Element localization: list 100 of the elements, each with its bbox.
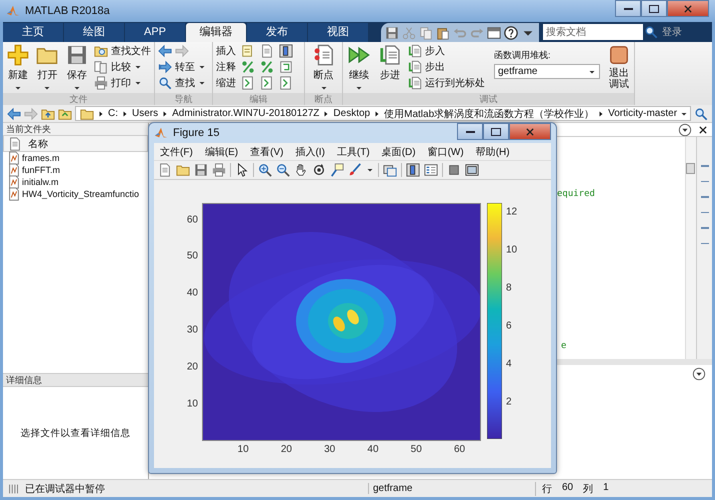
percent-icon[interactable] bbox=[241, 60, 255, 74]
zoom-out-icon[interactable] bbox=[276, 163, 290, 177]
wrap-icon[interactable] bbox=[279, 60, 293, 74]
menu-item[interactable]: 工具(T) bbox=[336, 144, 370, 158]
ribbon-tab[interactable]: 绘图 bbox=[64, 23, 124, 42]
browse-folder-icon[interactable] bbox=[58, 106, 72, 120]
file-item[interactable]: funFFT.m bbox=[22, 165, 60, 175]
address-bar[interactable]: C: Users Administrator.WIN7U-20180127Z Desktop 使用Matlab求解涡度和流函数方程（学校作业） Vorticity-master bbox=[75, 106, 691, 121]
path-segment[interactable]: Users bbox=[132, 108, 158, 119]
toolstrip-button[interactable]: 继续 bbox=[346, 43, 372, 93]
toolstrip-button[interactable]: 注释 bbox=[216, 60, 236, 74]
path-segment[interactable]: 使用Matlab求解涡度和流函数方程（学校作业） bbox=[384, 106, 594, 120]
toolstrip-button[interactable]: 打开 bbox=[35, 43, 60, 93]
menu-item[interactable]: 窗口(W) bbox=[428, 144, 464, 158]
toolstrip-button[interactable]: 缩进 bbox=[216, 76, 236, 90]
toolstrip-button[interactable]: 步进 bbox=[377, 43, 403, 93]
close-icon[interactable] bbox=[683, 4, 693, 14]
brush-icon[interactable] bbox=[348, 163, 362, 177]
search-icon[interactable] bbox=[694, 106, 708, 120]
zoom-in-icon[interactable] bbox=[258, 163, 272, 177]
search-field[interactable]: 搜索文档 bbox=[543, 24, 643, 40]
grip-icon[interactable] bbox=[7, 482, 21, 496]
toolstrip-button[interactable]: 插入 bbox=[216, 44, 236, 58]
toolstrip-button[interactable]: 断点 bbox=[308, 43, 339, 93]
hand-icon[interactable] bbox=[294, 163, 308, 177]
line-number: 60 bbox=[562, 482, 574, 494]
paste-icon[interactable] bbox=[436, 26, 450, 40]
indent-icon[interactable] bbox=[260, 76, 274, 90]
close-icon[interactable] bbox=[698, 124, 708, 134]
status-message: 已在调试器中暂停 bbox=[25, 482, 106, 496]
ribbon-tab[interactable]: 编辑器 bbox=[186, 23, 246, 42]
path-segment[interactable]: Administrator.WIN7U-20180127Z bbox=[172, 108, 320, 119]
step-icon bbox=[408, 76, 422, 90]
layout-icon[interactable] bbox=[487, 26, 501, 40]
path-segment[interactable]: C: bbox=[108, 108, 118, 119]
document-icon[interactable] bbox=[260, 44, 274, 58]
toolstrip-button[interactable]: 新建 bbox=[6, 43, 30, 93]
menu-item[interactable]: 查看(V) bbox=[250, 144, 284, 158]
legend-icon[interactable] bbox=[424, 163, 438, 177]
axis-tick-label: 30 bbox=[186, 324, 198, 336]
group-label: 文件 bbox=[3, 93, 154, 105]
square-icon[interactable] bbox=[447, 163, 461, 177]
file-item[interactable]: HW4_Vorticity_Streamfunctio bbox=[22, 189, 140, 199]
call-stack-dropdown[interactable]: getframe bbox=[494, 64, 600, 79]
ribbon-tab[interactable]: 视图 bbox=[308, 23, 368, 42]
percent-icon[interactable] bbox=[260, 60, 274, 74]
ribbon-tab[interactable]: 主页 bbox=[3, 23, 63, 42]
menu-item[interactable]: 桌面(D) bbox=[382, 144, 416, 158]
close-icon[interactable] bbox=[525, 126, 535, 136]
help-icon[interactable] bbox=[504, 26, 518, 40]
step-icon bbox=[408, 60, 422, 74]
file-item[interactable]: initialw.m bbox=[22, 177, 59, 187]
scrollbar[interactable] bbox=[685, 137, 696, 359]
folder-icon[interactable] bbox=[176, 163, 190, 177]
window-icon[interactable] bbox=[465, 163, 479, 177]
toolstrip-button[interactable]: 步入 bbox=[408, 44, 485, 58]
ribbon-tab[interactable]: APP bbox=[125, 23, 185, 42]
toolstrip-button[interactable]: 转至 bbox=[158, 60, 206, 74]
close-button[interactable] bbox=[667, 0, 709, 17]
ribbon-tab[interactable]: 发布 bbox=[247, 23, 307, 42]
toolstrip-button[interactable]: 比较 bbox=[94, 60, 151, 74]
file-item[interactable]: frames.m bbox=[22, 153, 60, 163]
minimize-button[interactable] bbox=[615, 0, 641, 17]
menu-item[interactable]: 编辑(E) bbox=[204, 144, 238, 158]
toolstrip-button[interactable]: 退出调试 bbox=[607, 43, 631, 93]
indent-icon[interactable] bbox=[279, 76, 293, 90]
indent-icon[interactable] bbox=[241, 76, 255, 90]
maximize-button[interactable] bbox=[483, 123, 509, 140]
up-folder-icon[interactable] bbox=[41, 106, 55, 120]
column-header[interactable]: 名称 bbox=[3, 135, 148, 152]
status-function: getframe bbox=[368, 483, 531, 494]
path-segment[interactable]: Vorticity-master bbox=[608, 108, 678, 119]
menu-item[interactable]: 帮助(H) bbox=[476, 144, 510, 158]
left-arrow-icon[interactable] bbox=[158, 44, 172, 58]
caret-icon[interactable] bbox=[366, 166, 374, 174]
toolstrip-button[interactable]: 步出 bbox=[408, 60, 485, 74]
login-link[interactable]: 登录 bbox=[662, 23, 686, 42]
menu-item[interactable]: 文件(F) bbox=[160, 144, 193, 158]
insert-icon[interactable] bbox=[241, 44, 255, 58]
link-icon[interactable] bbox=[383, 163, 397, 177]
toolstrip-button[interactable]: 查找 bbox=[158, 76, 206, 90]
toolstrip-button[interactable]: 查找文件 bbox=[94, 44, 151, 58]
document-icon[interactable] bbox=[158, 163, 172, 177]
close-button[interactable] bbox=[509, 123, 551, 140]
menu-item[interactable]: 插入(I) bbox=[295, 144, 325, 158]
colorbar-icon[interactable] bbox=[406, 163, 420, 177]
pointer-icon[interactable] bbox=[235, 163, 249, 177]
toolstrip-button[interactable]: 打印 bbox=[94, 76, 151, 90]
minimize-button[interactable] bbox=[457, 123, 483, 140]
printer-icon[interactable] bbox=[212, 163, 226, 177]
path-segment[interactable]: Desktop bbox=[333, 108, 370, 119]
toolstrip-button[interactable]: 保存 bbox=[64, 43, 89, 93]
data-cursor-icon[interactable] bbox=[330, 163, 344, 177]
search-icon[interactable] bbox=[644, 25, 658, 39]
maximize-button[interactable] bbox=[641, 0, 667, 17]
left-arrow-icon[interactable] bbox=[7, 106, 21, 120]
m-file-icon bbox=[7, 187, 21, 201]
colorbar-icon[interactable] bbox=[279, 44, 293, 58]
rotate-icon[interactable] bbox=[312, 163, 326, 177]
toolstrip-button[interactable]: 运行到光标处 bbox=[408, 76, 485, 90]
